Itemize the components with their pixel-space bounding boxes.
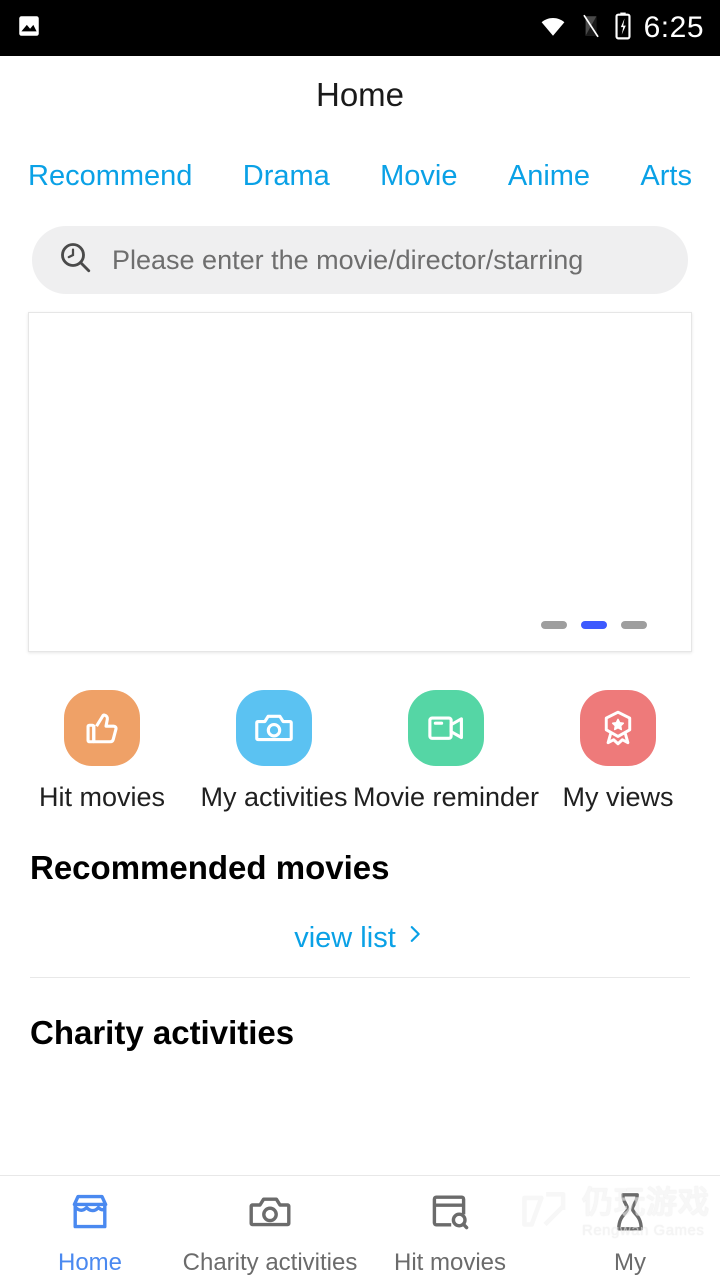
quick-action-label: Hit movies [38,782,166,812]
tab-recommend[interactable]: Recommend [28,160,192,193]
view-list-row: view list [0,887,720,977]
tab-drama[interactable]: Drama [243,160,330,193]
quick-actions: Hit movies My activities Movie reminder [0,652,720,813]
chevron-right-icon [404,921,426,955]
quick-action-label: Movie reminder [352,782,540,812]
quick-action-hit-movies[interactable]: Hit movies [22,690,182,813]
quick-action-movie-reminder[interactable]: Movie reminder [353,690,539,813]
nav-item-hit-movies[interactable]: Hit movies [360,1188,540,1277]
status-bar-left [16,13,42,44]
nav-label: Hit movies [393,1249,507,1276]
nav-label: Home [57,1249,123,1276]
app-root: 6:25 Home Recommend Drama Movie Anime Ar… [0,0,720,1280]
category-tabs: Recommend Drama Movie Anime Arts [0,134,720,210]
nav-label: My [614,1249,646,1276]
nav-item-home[interactable]: Home [0,1188,180,1277]
tab-movie[interactable]: Movie [380,160,457,193]
image-icon [16,13,42,44]
camera-icon [246,1188,294,1241]
battery-charging-icon [614,12,632,45]
search-icon [58,240,94,281]
quick-action-label: My views [562,782,674,812]
nav-item-charity-activities[interactable]: Charity activities [180,1188,360,1277]
search-section: Please enter the movie/director/starring [0,210,720,294]
clock-label: 6:25 [643,11,704,44]
camera-icon [236,690,312,766]
search-input[interactable]: Please enter the movie/director/starring [32,226,688,294]
wifi-icon [538,13,568,44]
charity-activities-title: Charity activities [30,1014,295,1051]
quick-action-my-views[interactable]: My views [538,690,698,813]
carousel-pagination [541,621,647,629]
carousel-dot-active[interactable] [581,621,607,629]
banner-section [0,294,720,652]
signal-off-icon [580,13,602,44]
nav-item-my[interactable]: My [540,1188,720,1277]
thumbs-up-icon [64,690,140,766]
window-search-icon [426,1188,474,1241]
store-home-icon [66,1188,114,1241]
view-list-button[interactable]: view list [294,921,426,955]
page-title: Home [315,76,405,113]
status-bar-right: 6:25 [538,11,704,45]
page-title-bar: Home [0,56,720,134]
nav-label: Charity activities [182,1249,358,1276]
quick-action-my-activities[interactable]: My activities [194,690,354,813]
banner-carousel[interactable] [28,312,692,652]
view-list-label: view list [294,921,396,954]
carousel-dot[interactable] [621,621,647,629]
tab-arts[interactable]: Arts [640,160,692,193]
tab-anime[interactable]: Anime [508,160,590,193]
search-placeholder: Please enter the movie/director/starring [112,244,584,275]
status-bar: 6:25 [0,0,720,56]
carousel-dot[interactable] [541,621,567,629]
person-icon [606,1188,654,1241]
recommended-movies-title: Recommended movies [30,849,390,886]
bottom-navigation: Home Charity activities Hit movies My [0,1175,720,1280]
quick-action-label: My activities [200,782,348,812]
video-camera-icon [408,690,484,766]
medal-badge-icon [580,690,656,766]
